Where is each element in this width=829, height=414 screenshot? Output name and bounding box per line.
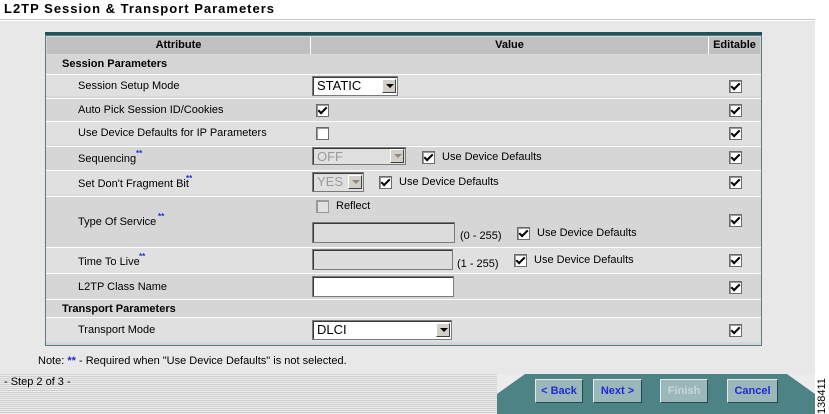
header-attribute: Attribute [47, 37, 310, 54]
header-value: Value [311, 37, 708, 54]
row-divider [46, 170, 761, 171]
tos-reflect-label: Reflect [336, 200, 371, 212]
chevron-down-icon [390, 149, 404, 163]
auto-pick-session-id-checkbox[interactable] [316, 104, 329, 117]
editable-checkbox-device-defaults-ip[interactable] [729, 127, 742, 140]
tos-use-defaults-checkbox[interactable] [517, 227, 530, 240]
label-time-to-live: Time To Live [78, 256, 140, 268]
ttl-range: (1 - 255) [457, 258, 499, 270]
tos-range: (0 - 255) [460, 230, 502, 242]
label-session-setup-mode: Session Setup Mode [78, 80, 180, 92]
editable-checkbox-dont-fragment[interactable] [729, 176, 742, 189]
label-dont-fragment: Set Don't Fragment Bit [78, 178, 189, 190]
select-value: OFF [317, 149, 343, 164]
required-note: Note: ** - Required when "Use Device Def… [38, 355, 347, 367]
ttl-input[interactable] [312, 249, 453, 270]
page-title: L2TP Session & Transport Parameters [4, 1, 276, 16]
wizard-bar-left-notch [497, 374, 525, 394]
section-transport-parameters: Transport Parameters [62, 303, 176, 315]
note-stars: ** [67, 355, 76, 367]
select-value: DLCI [317, 322, 347, 337]
label-device-defaults-ip: Use Device Defaults for IP Parameters [78, 127, 267, 139]
editable-checkbox-ttl[interactable] [729, 254, 742, 267]
chevron-down-icon [382, 79, 396, 93]
select-value: STATIC [317, 78, 362, 93]
required-marker: ** [139, 252, 146, 261]
dont-fragment-use-defaults-label: Use Device Defaults [399, 176, 499, 188]
note-text: - Required when "Use Device Defaults" is… [75, 355, 347, 367]
row-divider [46, 247, 761, 248]
chevron-down-icon [436, 323, 450, 337]
finish-button[interactable]: Finish [660, 379, 708, 403]
table-top-border [45, 32, 762, 35]
editable-checkbox-setup-mode[interactable] [729, 80, 742, 93]
required-marker: ** [136, 149, 143, 158]
label-l2tp-class-name: L2TP Class Name [78, 281, 168, 293]
sequencing-use-defaults-checkbox[interactable] [422, 151, 435, 164]
label-type-of-service: Type Of Service [78, 216, 157, 228]
sequencing-use-defaults-label: Use Device Defaults [442, 151, 542, 163]
editable-checkbox-class-name[interactable] [729, 281, 742, 294]
editable-checkbox-transport-mode[interactable] [729, 324, 742, 337]
label-transport-mode: Transport Mode [78, 324, 156, 336]
dont-fragment-select[interactable]: YES [312, 172, 364, 192]
row-divider [46, 299, 761, 300]
row-divider [46, 317, 761, 318]
editable-checkbox-auto-pick[interactable] [729, 104, 742, 117]
dont-fragment-use-defaults-checkbox[interactable] [379, 176, 392, 189]
row-divider [46, 273, 761, 274]
ttl-use-defaults-label: Use Device Defaults [534, 254, 634, 266]
row-divider [46, 196, 761, 197]
row-divider [46, 98, 761, 99]
chevron-down-icon [348, 175, 362, 189]
l2tp-class-name-input[interactable] [312, 276, 454, 297]
sequencing-select[interactable]: OFF [312, 147, 406, 165]
ttl-use-defaults-checkbox[interactable] [514, 254, 527, 267]
step-indicator: - Step 2 of 3 - [4, 376, 71, 388]
figure-id: 138411 [816, 378, 828, 414]
row-divider [46, 121, 761, 122]
row-divider [46, 74, 761, 75]
label-auto-pick-session-id: Auto Pick Session ID/Cookies [78, 104, 224, 116]
required-marker: ** [158, 212, 165, 221]
note-prefix: Note: [38, 355, 68, 367]
label-sequencing: Sequencing [78, 153, 137, 165]
editable-checkbox-tos[interactable] [729, 214, 742, 227]
device-defaults-ip-checkbox[interactable] [316, 127, 329, 140]
select-value: YES [317, 174, 344, 189]
wizard-bar-right-notch [787, 374, 815, 394]
header-editable: Editable [709, 37, 760, 54]
tos-reflect-checkbox[interactable] [316, 200, 329, 213]
cancel-button[interactable]: Cancel [727, 379, 778, 403]
session-setup-mode-select[interactable]: STATIC [312, 76, 398, 96]
section-session-parameters: Session Parameters [62, 58, 168, 70]
required-marker: ** [186, 174, 193, 183]
transport-mode-select[interactable]: DLCI [312, 320, 452, 340]
tos-input[interactable] [312, 222, 455, 243]
next-button[interactable]: Next > [593, 379, 642, 403]
editable-checkbox-sequencing[interactable] [729, 151, 742, 164]
tos-use-defaults-label: Use Device Defaults [537, 227, 637, 239]
back-button[interactable]: < Back [535, 379, 583, 403]
